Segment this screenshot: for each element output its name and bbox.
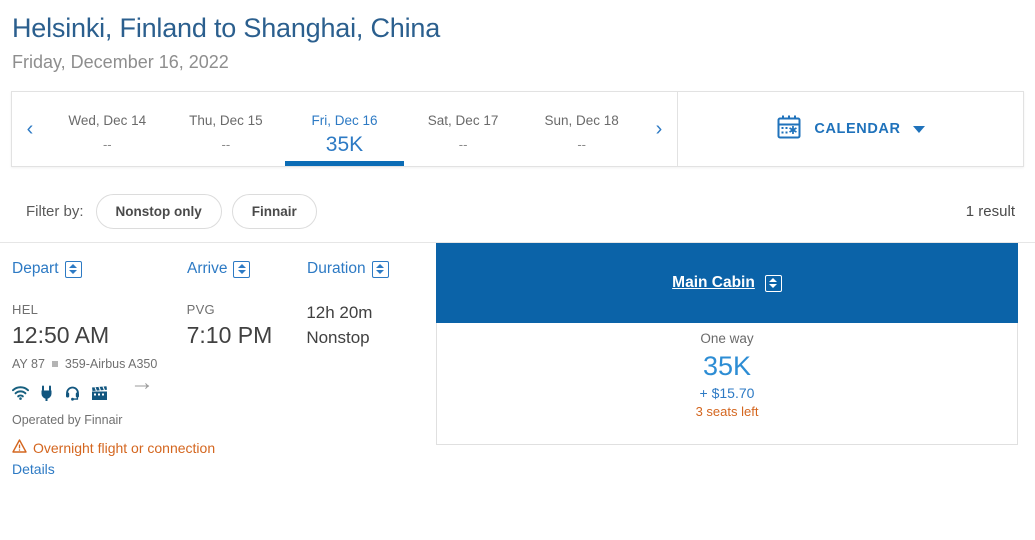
date-tab-label: Sun, Dec 18 [544,113,619,128]
svg-text:✱: ✱ [789,125,798,137]
flight-number: AY 87 [12,357,45,371]
flight-duration: 12h 20m [306,303,373,322]
warning-triangle-icon [12,439,27,456]
date-tab-price: 35K [325,133,364,156]
page-title: Helsinki, Finland to Shanghai, China [12,13,441,43]
separator-square-icon [51,361,58,367]
date-tab-label: Sat, Dec 17 [427,113,499,128]
main-cabin-header[interactable]: Main Cabin [436,243,1018,323]
overnight-warning: Overnight flight or connection [12,439,436,456]
fare-miles: 35K [702,351,752,381]
sort-depart-label: Depart [12,260,59,277]
date-tab-price: -- [577,137,586,152]
next-dates-button[interactable]: › [641,92,677,166]
flight-stops: Nonstop [306,328,370,347]
sort-arrows-icon [371,260,389,278]
duration-block: 12h 20m Nonstop [306,301,436,351]
sort-duration-button[interactable]: Duration [307,260,437,278]
calendar-button[interactable]: ✱ CALENDAR [677,92,1023,166]
sort-arrive-button[interactable]: Arrive [187,260,307,278]
filter-chip-nonstop-only[interactable]: Nonstop only [95,194,222,229]
overnight-warning-text: Overnight flight or connection [33,439,216,456]
prev-dates-button[interactable]: ‹ [12,92,48,166]
page-subtitle-date: Friday, December 16, 2022 [12,52,229,72]
audio-icon[interactable] [65,385,80,401]
filter-by-label: Filter by: [26,203,84,220]
sort-arrows-icon[interactable] [764,274,782,292]
arrive-block: PVG 7:10 PM [187,301,307,351]
sort-depart-button[interactable]: Depart [12,260,187,278]
date-selector-bar: ‹ Wed, Dec 14 -- Thu, Dec 15 -- Fri, Dec… [11,91,1024,167]
calendar-label: CALENDAR [814,121,901,137]
main-cabin-label[interactable]: Main Cabin [672,274,755,292]
depart-block: HEL 12:50 AM → [12,301,187,395]
fare-seats-left: 3 seats left [695,404,759,419]
results-table: Depart Arrive Duration Main Cabin HEL 12… [0,243,1035,479]
date-tab-thu-dec-15[interactable]: Thu, Dec 15 -- [167,92,286,166]
sort-duration-label: Duration [307,260,366,277]
date-tab-price: -- [458,137,468,152]
date-tab-label: Wed, Dec 14 [68,113,147,128]
date-tab-label: Thu, Dec 15 [189,113,263,128]
power-outlet-icon[interactable] [40,385,54,402]
date-tab-wed-dec-14[interactable]: Wed, Dec 14 -- [48,92,167,166]
movie-icon[interactable] [91,385,108,401]
depart-time: 12:50 AM [12,322,110,348]
filter-chip-finnair[interactable]: Finnair [231,194,317,229]
result-count: 1 result [965,203,1015,220]
filter-bar: Filter by: Nonstop only Finnair 1 result [0,181,1035,243]
calendar-icon: ✱ [776,114,802,145]
date-tab-fri-dec-16[interactable]: Fri, Dec 16 35K [285,92,404,166]
fare-taxes: + $15.70 [699,385,755,401]
amenities-list [12,385,436,402]
arrive-time: 7:10 PM [186,322,273,348]
page-header: Helsinki, Finland to Shanghai, China Fri… [0,0,1035,76]
wifi-icon[interactable] [12,386,29,400]
destination-airport-code: PVG [186,302,215,317]
operated-by-label: Operated by Finnair [12,413,123,427]
details-link[interactable]: Details [12,461,55,477]
flight-times: HEL 12:50 AM → PVG 7:10 PM 12h 20m Nonst… [12,301,436,395]
arrow-right-icon: → [130,369,154,396]
sort-arrive-label: Arrive [187,260,228,277]
flight-info: HEL 12:50 AM → PVG 7:10 PM 12h 20m Nonst… [12,295,436,479]
sort-arrows-icon [233,260,251,278]
date-tab-label: Fri, Dec 16 [311,113,378,128]
chevron-down-icon [912,125,925,133]
date-tab-price: -- [102,137,112,152]
origin-airport-code: HEL [12,302,39,317]
date-items: Wed, Dec 14 -- Thu, Dec 15 -- Fri, Dec 1… [48,92,641,166]
date-tab-price: -- [221,137,231,152]
fare-card-main-cabin[interactable]: One way 35K + $15.70 3 seats left [436,305,1018,445]
sort-arrows-icon [64,260,82,278]
fare-type-label: One way [700,331,754,346]
flight-meta: AY 87 359-Airbus A350 [12,357,436,371]
date-tab-sun-dec-18[interactable]: Sun, Dec 18 -- [522,92,641,166]
date-tab-sat-dec-17[interactable]: Sat, Dec 17 -- [404,92,523,166]
